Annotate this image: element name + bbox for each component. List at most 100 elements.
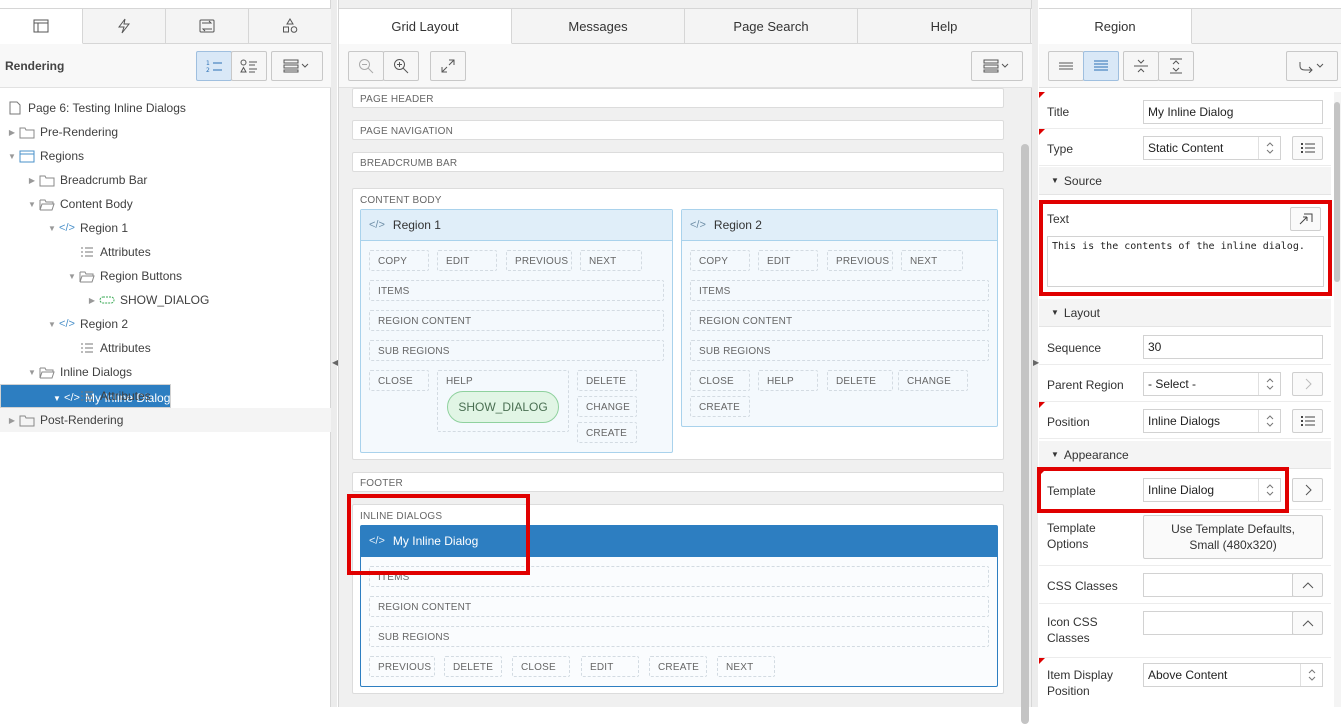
button-slot-next[interactable]: NEXT (717, 656, 775, 677)
position-list-button[interactable] (1292, 409, 1323, 433)
grid-menu-button[interactable] (971, 51, 1023, 81)
right-splitter[interactable]: ▶ (1032, 0, 1039, 707)
caret-right-icon[interactable]: ▶ (6, 416, 18, 425)
caret-down-icon[interactable]: ▼ (46, 320, 58, 329)
tab-shared-components[interactable] (249, 9, 331, 43)
type-select[interactable]: Static Content (1143, 136, 1281, 160)
button-slot-previous[interactable]: PREVIOUS (827, 250, 893, 271)
tree-node-attributes[interactable]: Attributes (0, 240, 331, 264)
caret-down-icon[interactable]: ▼ (6, 152, 18, 161)
region-content-slot[interactable]: REGION CONTENT (690, 310, 989, 331)
button-slot-help[interactable]: HELP (758, 370, 818, 391)
code-editor-button[interactable] (1290, 207, 1321, 231)
inline-dialogs-slot[interactable]: INLINE DIALOGS </> My Inline Dialog ITEM… (352, 504, 1004, 694)
button-slot-close[interactable]: CLOSE (512, 656, 570, 677)
scrollbar-thumb[interactable] (1334, 102, 1340, 282)
tree-node-page[interactable]: Page 6: Testing Inline Dialogs (0, 96, 331, 120)
template-select[interactable]: Inline Dialog (1143, 478, 1281, 502)
region-2-header[interactable]: </> Region 2 (682, 210, 997, 241)
tree-node-region-1[interactable]: ▼ </> Region 1 (0, 216, 331, 240)
tree-node-region-buttons[interactable]: ▼ Region Buttons (0, 264, 331, 288)
caret-down-icon[interactable]: ▼ (26, 368, 38, 377)
tree-node-breadcrumb-bar[interactable]: ▶ Breadcrumb Bar (0, 168, 331, 192)
icon-picker-button[interactable] (1292, 611, 1323, 635)
button-slot-copy[interactable]: COPY (369, 250, 429, 271)
expand-button[interactable] (430, 51, 466, 81)
breadcrumb-bar-slot[interactable]: BREADCRUMB BAR (352, 152, 1004, 172)
center-scrollbar[interactable] (1021, 88, 1029, 724)
css-classes-picker-button[interactable] (1292, 573, 1323, 597)
tree-node-pre-rendering[interactable]: ▶ Pre-Rendering (0, 120, 331, 144)
page-navigation-slot[interactable]: PAGE NAVIGATION (352, 120, 1004, 140)
region-content-slot[interactable]: REGION CONTENT (369, 596, 989, 617)
tab-region[interactable]: Region (1039, 9, 1192, 44)
tree-node-inline-dialogs[interactable]: ▼ Inline Dialogs (0, 360, 331, 384)
button-slot-delete[interactable]: DELETE (444, 656, 502, 677)
tab-grid-layout[interactable]: Grid Layout (339, 9, 512, 44)
collapse-all-button[interactable] (1123, 51, 1159, 81)
tab-processing[interactable] (166, 9, 249, 43)
layout-group-header[interactable]: ▼ Layout (1039, 299, 1331, 327)
tree-node-attributes[interactable]: Attributes (0, 336, 331, 360)
left-splitter[interactable]: ◀ (331, 0, 338, 707)
tab-page-search[interactable]: Page Search (685, 9, 858, 43)
source-group-header[interactable]: ▼ Source (1039, 167, 1331, 195)
button-slot-next[interactable]: NEXT (901, 250, 963, 271)
items-slot[interactable]: ITEMS (369, 566, 989, 587)
items-slot[interactable]: ITEMS (690, 280, 989, 301)
caret-down-icon[interactable]: ▼ (66, 272, 78, 281)
title-input[interactable]: My Inline Dialog (1143, 100, 1323, 124)
tab-help[interactable]: Help (858, 9, 1031, 43)
page-header-slot[interactable]: PAGE HEADER (352, 88, 1004, 108)
button-slot-create[interactable]: CREATE (577, 422, 637, 443)
region-1[interactable]: </> Region 1 COPY EDIT PREVIOUS NEXT ITE… (360, 209, 673, 453)
sub-regions-slot[interactable]: SUB REGIONS (369, 340, 664, 361)
appearance-group-header[interactable]: ▼ Appearance (1039, 441, 1331, 469)
tree-node-region-2[interactable]: ▼ </> Region 2 (0, 312, 331, 336)
button-slot-previous[interactable]: PREVIOUS (506, 250, 572, 271)
button-slot-close[interactable]: CLOSE (369, 370, 429, 391)
button-slot-create[interactable]: CREATE (690, 396, 750, 417)
button-slot-change[interactable]: CHANGE (898, 370, 968, 391)
scrollbar-thumb[interactable] (1021, 144, 1029, 724)
button-slot-delete[interactable]: DELETE (827, 370, 893, 391)
item-display-select[interactable]: Above Content (1143, 663, 1323, 687)
caret-right-icon[interactable]: ▶ (86, 296, 98, 305)
footer-slot[interactable]: FOOTER (352, 472, 1004, 492)
go-to-parent-button[interactable] (1292, 372, 1323, 396)
go-to-group-button[interactable] (1286, 51, 1338, 81)
tree-node-regions[interactable]: ▼ Regions (0, 144, 331, 168)
text-textarea[interactable]: This is the contents of the inline dialo… (1047, 236, 1324, 287)
view-by-type-button[interactable] (231, 51, 267, 81)
parent-region-select[interactable]: - Select - (1143, 372, 1281, 396)
zoom-in-button[interactable] (383, 51, 419, 81)
expand-all-button[interactable] (1158, 51, 1194, 81)
region-2[interactable]: </> Region 2 COPY EDIT PREVIOUS NEXT ITE… (681, 209, 998, 427)
sub-regions-slot[interactable]: SUB REGIONS (369, 626, 989, 647)
view-by-component-button[interactable]: 12 (196, 51, 232, 81)
region-1-header[interactable]: </> Region 1 (361, 210, 672, 241)
button-slot-close[interactable]: CLOSE (690, 370, 750, 391)
button-slot-copy[interactable]: COPY (690, 250, 750, 271)
show-dialog-button[interactable]: SHOW_DIALOG (447, 391, 559, 423)
my-inline-dialog-header[interactable]: </> My Inline Dialog (361, 526, 997, 557)
position-select[interactable]: Inline Dialogs (1143, 409, 1281, 433)
button-slot-change[interactable]: CHANGE (577, 396, 637, 417)
sub-regions-slot[interactable]: SUB REGIONS (690, 340, 989, 361)
tree-node-show-dialog[interactable]: ▶ SHOW_DIALOG (0, 288, 331, 312)
tab-rendering[interactable] (0, 9, 83, 44)
button-slot-next[interactable]: NEXT (580, 250, 642, 271)
property-scrollbar[interactable] (1334, 92, 1341, 707)
button-slot-edit[interactable]: EDIT (581, 656, 639, 677)
show-all-button[interactable] (1083, 51, 1119, 81)
items-slot[interactable]: ITEMS (369, 280, 664, 301)
caret-down-icon[interactable]: ▼ (26, 200, 38, 209)
sequence-input[interactable]: 30 (1143, 335, 1323, 359)
tab-dynamic-actions[interactable] (83, 9, 166, 43)
tab-messages[interactable]: Messages (512, 9, 685, 43)
button-slot-create[interactable]: CREATE (649, 656, 707, 677)
button-slot-edit[interactable]: EDIT (758, 250, 818, 271)
caret-right-icon[interactable]: ▶ (26, 176, 38, 185)
css-classes-input[interactable] (1143, 573, 1293, 597)
region-content-slot[interactable]: REGION CONTENT (369, 310, 664, 331)
